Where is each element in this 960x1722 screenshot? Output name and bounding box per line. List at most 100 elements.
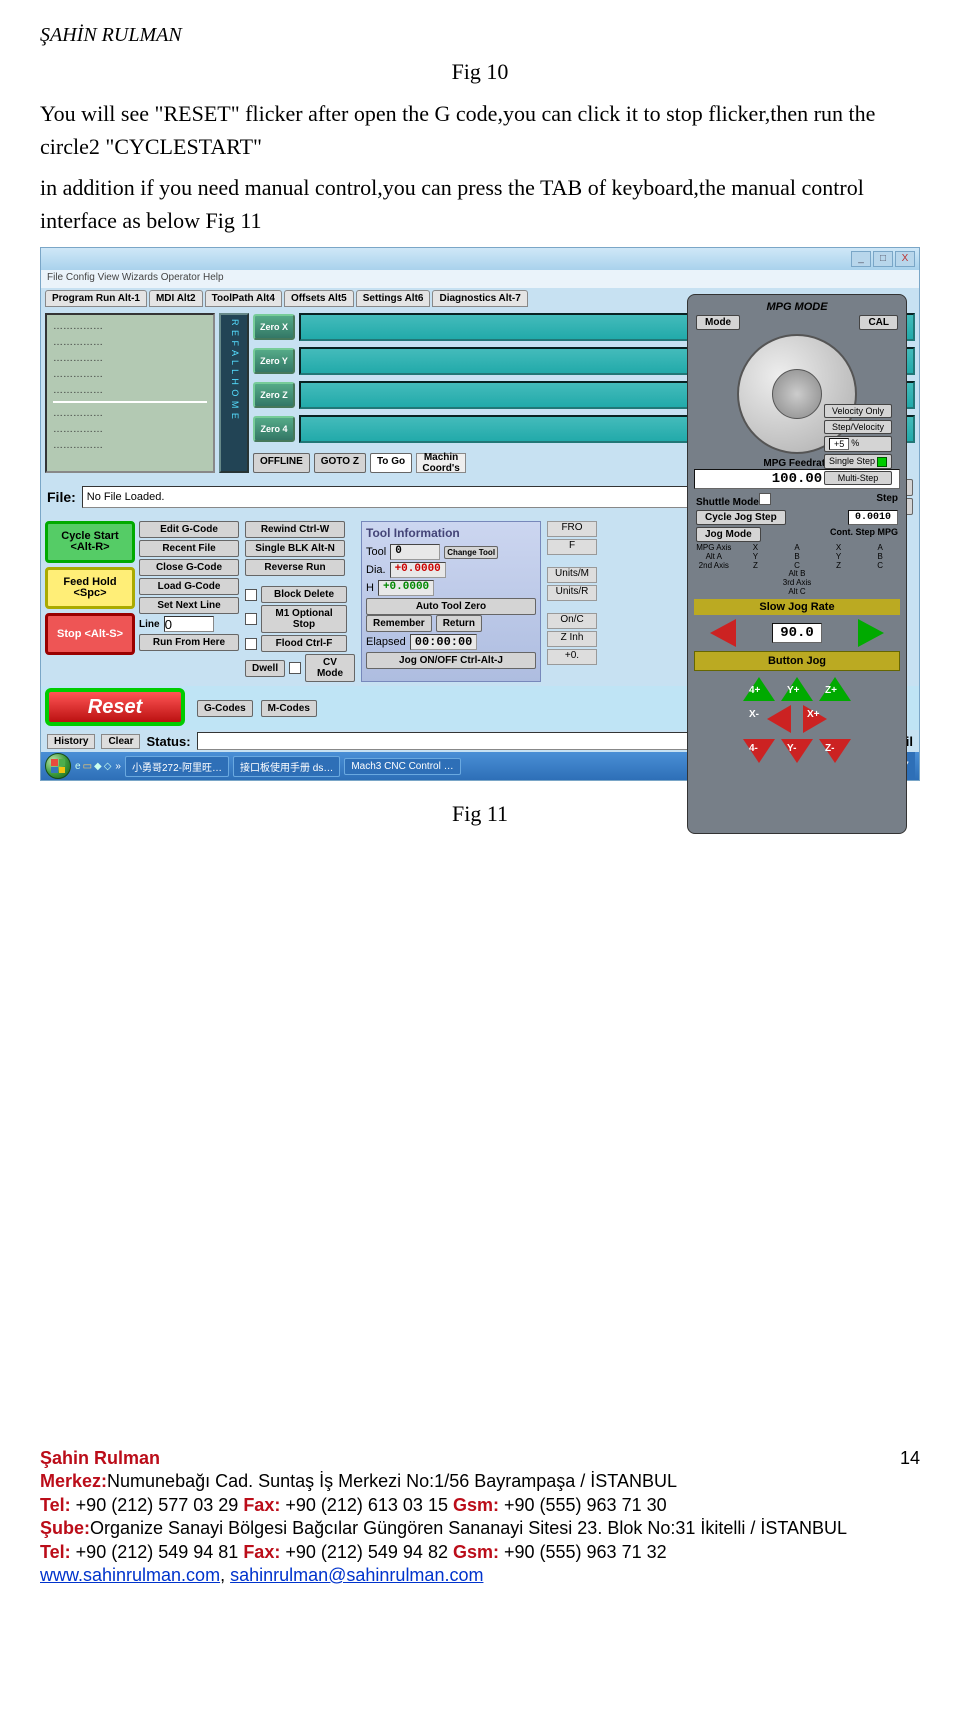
- block-delete-led: [245, 589, 257, 601]
- jog-zminus-button[interactable]: Z-: [819, 739, 851, 763]
- company-name: Şahin Rulman: [40, 1448, 160, 1468]
- single-blk-button[interactable]: Single BLK Alt-N: [245, 540, 345, 557]
- start-button[interactable]: [45, 753, 71, 779]
- gcode-line: ……………: [53, 353, 207, 364]
- gcode-line: ……………: [53, 369, 207, 380]
- flood-button[interactable]: Flood Ctrl-F: [261, 635, 347, 652]
- doc-header: ŞAHİN RULMAN: [40, 24, 920, 47]
- zero-x-button[interactable]: Zero X: [253, 314, 295, 340]
- ie-icon[interactable]: e: [75, 761, 81, 772]
- block-delete-button[interactable]: Block Delete: [261, 586, 347, 603]
- history-button[interactable]: History: [47, 734, 95, 749]
- reverse-run-button[interactable]: Reverse Run: [245, 559, 345, 576]
- offline-button[interactable]: OFFLINE: [253, 453, 310, 473]
- jog-xplus-button[interactable]: X+: [803, 705, 827, 733]
- zero-y-button[interactable]: Zero Y: [253, 348, 295, 374]
- tool-number: 0: [390, 544, 440, 560]
- mpg-panel[interactable]: MPG MODE Mode CAL Velocity Only Step/Vel…: [687, 294, 907, 834]
- taskbar-item[interactable]: 小勇哥272-阿里旺…: [125, 756, 229, 777]
- window-maximize-button[interactable]: □: [873, 251, 893, 267]
- mpg-cal-button[interactable]: CAL: [859, 315, 898, 330]
- togo-button[interactable]: To Go: [370, 453, 412, 473]
- mpg-mode-button[interactable]: Mode: [696, 315, 740, 330]
- tab-toolpath[interactable]: ToolPath Alt4: [205, 290, 282, 307]
- page-number: 14: [900, 1447, 920, 1470]
- tab-settings[interactable]: Settings Alt6: [356, 290, 431, 307]
- cycle-start-button[interactable]: Cycle Start <Alt-R>: [45, 521, 135, 563]
- edit-gcode-button[interactable]: Edit G-Code: [139, 521, 239, 538]
- single-step-button[interactable]: Single Step: [824, 454, 892, 469]
- gotoz-button[interactable]: GOTO Z: [314, 453, 366, 473]
- gcode-line: ……………: [53, 440, 207, 451]
- auto-tool-zero-button[interactable]: Auto Tool Zero: [366, 598, 536, 615]
- line-input[interactable]: [164, 616, 214, 632]
- dwell-button[interactable]: Dwell: [245, 660, 285, 677]
- pct-button[interactable]: %: [851, 438, 859, 450]
- taskbar-item[interactable]: 接口板使用手册 ds…: [233, 756, 340, 777]
- step-velocity-button[interactable]: Step/Velocity: [824, 420, 892, 434]
- set-next-line-button[interactable]: Set Next Line: [139, 597, 239, 614]
- mcodes-button[interactable]: M-Codes: [261, 700, 317, 717]
- jog-onoff-button[interactable]: Jog ON/OFF Ctrl-Alt-J: [366, 652, 536, 669]
- recent-file-button[interactable]: Recent File: [139, 540, 239, 557]
- sube-address: Organize Sanayi Bölgesi Bağcılar Güngöre…: [90, 1518, 847, 1538]
- rewind-button[interactable]: Rewind Ctrl-W: [245, 521, 345, 538]
- clear-button[interactable]: Clear: [101, 734, 140, 749]
- close-gcode-button[interactable]: Close G-Code: [139, 559, 239, 576]
- return-button[interactable]: Return: [436, 615, 482, 632]
- elapsed-time: 00:00:00: [410, 634, 478, 650]
- file-label: File:: [47, 489, 76, 505]
- folder-icon[interactable]: ▭: [83, 761, 92, 772]
- gcodes-button[interactable]: G-Codes: [197, 700, 253, 717]
- app-icon[interactable]: ◆: [94, 761, 102, 772]
- tab-diagnostics[interactable]: Diagnostics Alt-7: [432, 290, 527, 307]
- cv-mode-button[interactable]: CV Mode: [305, 654, 355, 682]
- gcode-line-highlight: [53, 401, 207, 403]
- zero-z-button[interactable]: Zero Z: [253, 382, 295, 408]
- tab-mdi[interactable]: MDI Alt2: [149, 290, 203, 307]
- remember-button[interactable]: Remember: [366, 615, 432, 632]
- website-link[interactable]: www.sahinrulman.com: [40, 1565, 220, 1585]
- machine-coords-button[interactable]: Machin Coord's: [416, 453, 466, 473]
- tab-program-run[interactable]: Program Run Alt-1: [45, 290, 147, 307]
- m1-optional-button[interactable]: M1 Optional Stop: [261, 605, 347, 633]
- change-tool-button[interactable]: Change Tool: [444, 546, 498, 559]
- email-link[interactable]: sahinrulman@sahinrulman.com: [230, 1565, 483, 1585]
- menubar[interactable]: File Config View Wizards Operator Help: [41, 270, 919, 288]
- tab-offsets[interactable]: Offsets Alt5: [284, 290, 354, 307]
- gcode-line: ……………: [53, 337, 207, 348]
- feed-hold-button[interactable]: Feed Hold <Spc>: [45, 567, 135, 609]
- gcode-panel[interactable]: …………… …………… …………… …………… …………… …………… ……………: [45, 313, 215, 473]
- app-icon[interactable]: ◇: [104, 761, 112, 772]
- taskbar-chevron-icon[interactable]: »: [115, 761, 121, 772]
- jog-4minus-button[interactable]: 4-: [743, 739, 775, 763]
- jog-4plus-button[interactable]: 4+: [743, 677, 775, 701]
- jog-rate-increase-button[interactable]: [858, 619, 884, 647]
- window-minimize-button[interactable]: _: [851, 251, 871, 267]
- jog-yplus-button[interactable]: Y+: [781, 677, 813, 701]
- jog-rate-decrease-button[interactable]: [710, 619, 736, 647]
- velocity-only-button[interactable]: Velocity Only: [824, 404, 892, 418]
- zinh-label: Z Inh: [547, 631, 597, 647]
- jog-mode-button[interactable]: Jog Mode: [696, 527, 761, 542]
- multi-step-button[interactable]: Multi-Step: [824, 471, 892, 485]
- load-gcode-button[interactable]: Load G-Code: [139, 578, 239, 595]
- jog-yminus-button[interactable]: Y-: [781, 739, 813, 763]
- run-from-here-button[interactable]: Run From Here: [139, 634, 239, 651]
- stop-button[interactable]: Stop <Alt-S>: [45, 613, 135, 655]
- cycle-jog-step-button[interactable]: Cycle Jog Step: [696, 510, 786, 525]
- slow-jog-label: Slow Jog Rate: [694, 599, 900, 615]
- mpg-knob[interactable]: [772, 369, 822, 419]
- window-titlebar: _ □ X: [41, 248, 919, 270]
- tool-h: +0.0000: [378, 580, 434, 596]
- mpg-title: MPG MODE: [694, 301, 900, 313]
- alt-c-button[interactable]: Alt C: [694, 588, 900, 597]
- window-close-button[interactable]: X: [895, 251, 915, 267]
- jog-xminus-button[interactable]: X-: [767, 705, 791, 733]
- zero-4-button[interactable]: Zero 4: [253, 416, 295, 442]
- taskbar-item[interactable]: Mach3 CNC Control …: [344, 758, 460, 775]
- ref-all-home-button[interactable]: R E F A L L H O M E: [219, 313, 249, 473]
- reset-button[interactable]: Reset: [45, 688, 185, 726]
- jog-zplus-button[interactable]: Z+: [819, 677, 851, 701]
- shuttle-led: [759, 493, 771, 505]
